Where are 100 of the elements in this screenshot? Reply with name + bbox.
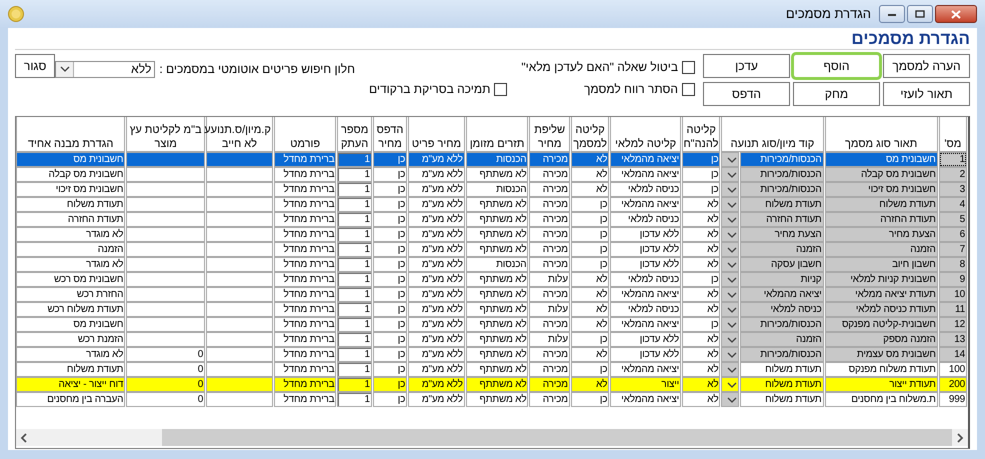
table-cell: כן bbox=[372, 182, 408, 197]
table-cell[interactable]: הזמנה bbox=[740, 332, 824, 347]
table-cell[interactable]: הכנסות/מכירות bbox=[740, 182, 824, 197]
checkbox[interactable] bbox=[682, 60, 695, 74]
dropdown-button[interactable] bbox=[721, 272, 739, 287]
table-cell: הכנסות bbox=[466, 257, 528, 272]
table-cell bbox=[206, 392, 273, 407]
input-field[interactable]: 1 bbox=[337, 227, 372, 242]
action-button[interactable]: עדכן bbox=[703, 54, 790, 78]
dropdown-button[interactable] bbox=[721, 362, 739, 377]
input-field[interactable]: 1 bbox=[337, 167, 372, 182]
input-field[interactable]: 1 bbox=[337, 377, 372, 392]
table-cell: לא מוגדר bbox=[16, 227, 126, 242]
table-cell: לא מוגדר bbox=[16, 257, 126, 272]
table-cell: החזרת רכש bbox=[16, 287, 126, 302]
table-cell: ברירת מחדל bbox=[274, 182, 336, 197]
input-field[interactable]: 1 bbox=[337, 197, 372, 212]
dropdown-button[interactable] bbox=[721, 197, 739, 212]
input-field[interactable]: 1 bbox=[337, 317, 372, 332]
table-cell: 0 bbox=[126, 362, 206, 377]
table-cell[interactable]: תעודת משלוח bbox=[740, 362, 824, 377]
dropdown-button[interactable] bbox=[721, 257, 739, 272]
input-field[interactable]: 1 bbox=[337, 272, 372, 287]
input-field[interactable]: 1 bbox=[337, 287, 372, 302]
close-button[interactable] bbox=[935, 5, 977, 23]
table-cell[interactable]: הכנסות/מכירות bbox=[740, 167, 824, 182]
action-button[interactable]: תאור לועזי bbox=[883, 82, 970, 106]
input-field[interactable]: 1 bbox=[337, 302, 372, 317]
input-field[interactable]: 1 bbox=[337, 242, 372, 257]
table-cell: מכירה bbox=[529, 152, 570, 167]
table-cell[interactable]: תעודת משלוח bbox=[740, 392, 824, 407]
table-cell: כן bbox=[570, 212, 610, 227]
table-cell: כן bbox=[682, 152, 720, 167]
input-field[interactable]: 1 bbox=[337, 392, 372, 407]
table-cell: לא bbox=[570, 377, 610, 392]
table-cell[interactable]: הכנסות/מכירות bbox=[740, 317, 824, 332]
dropdown-button[interactable] bbox=[721, 152, 739, 167]
table-cell: ללא מע"מ bbox=[408, 302, 465, 317]
dropdown-button[interactable] bbox=[721, 287, 739, 302]
row-number: 4 bbox=[938, 197, 967, 212]
dropdown-button[interactable] bbox=[721, 227, 739, 242]
minimize-button[interactable] bbox=[879, 5, 905, 23]
input-field[interactable]: 1 bbox=[337, 257, 372, 272]
horizontal-scrollbar[interactable] bbox=[16, 429, 968, 446]
dropdown-button[interactable] bbox=[721, 242, 739, 257]
table-cell: מכירה bbox=[529, 377, 570, 392]
input-field[interactable]: 1 bbox=[337, 212, 372, 227]
dropdown-button[interactable] bbox=[721, 392, 739, 407]
table-cell: הצעת מחיר bbox=[824, 227, 938, 242]
table-cell[interactable]: חשבון עסקה bbox=[740, 257, 824, 272]
table-cell[interactable]: הצעת מחיר bbox=[740, 227, 824, 242]
table-cell[interactable]: הכנסות/מכירות bbox=[740, 347, 824, 362]
table-cell: לא bbox=[570, 302, 610, 317]
dropdown-button[interactable] bbox=[721, 377, 739, 392]
input-field[interactable]: 1 bbox=[337, 347, 372, 362]
dropdown-button[interactable] bbox=[721, 332, 739, 347]
dropdown-button[interactable] bbox=[721, 317, 739, 332]
table-cell: לא bbox=[682, 377, 720, 392]
table-cell[interactable]: תעודת החזרה bbox=[740, 212, 824, 227]
maximize-button[interactable] bbox=[907, 5, 933, 23]
action-button[interactable]: הוסף bbox=[793, 54, 880, 78]
table-cell: מכירה bbox=[529, 392, 570, 407]
input-field[interactable]: 1 bbox=[337, 152, 372, 167]
table-cell: מכירה bbox=[529, 242, 570, 257]
table-cell: חשבונית מס רכש bbox=[16, 272, 126, 287]
table-cell[interactable]: כניסה למלאי bbox=[740, 302, 824, 317]
dropdown-button[interactable] bbox=[721, 167, 739, 182]
table-cell: כן bbox=[682, 272, 720, 287]
action-button[interactable]: הערה למסמך bbox=[883, 54, 970, 78]
table-cell[interactable]: יציאה מהמלאי bbox=[740, 287, 824, 302]
table-cell: ללא מע"מ bbox=[408, 167, 465, 182]
dropdown-button[interactable] bbox=[721, 212, 739, 227]
table-cell: מכירה bbox=[529, 347, 570, 362]
table-cell: מכירה bbox=[529, 182, 570, 197]
table-cell[interactable]: הכנסות/מכירות bbox=[740, 152, 824, 167]
close-button[interactable]: סגור bbox=[15, 54, 56, 78]
input-field[interactable]: 1 bbox=[337, 182, 372, 197]
table-cell: כן bbox=[372, 302, 408, 317]
table-cell[interactable]: קניות bbox=[740, 272, 824, 287]
checkbox[interactable] bbox=[682, 82, 695, 96]
input-field[interactable]: 1 bbox=[337, 332, 372, 347]
action-button[interactable]: הדפס bbox=[703, 82, 790, 106]
checkbox[interactable] bbox=[494, 82, 508, 96]
table-cell[interactable]: תעודת משלוח bbox=[740, 377, 824, 392]
table-cell: תעודת כניסה למלאי bbox=[824, 302, 938, 317]
dropdown-button[interactable] bbox=[721, 302, 739, 317]
table-cell: הזמנה bbox=[16, 242, 126, 257]
dropdown-button[interactable] bbox=[721, 347, 739, 362]
dropdown-field[interactable]: ללא bbox=[55, 60, 156, 78]
chevron-down-icon bbox=[726, 274, 738, 284]
action-button[interactable]: מחק bbox=[793, 82, 880, 106]
table-cell bbox=[206, 182, 273, 197]
table-cell[interactable]: הזמנה bbox=[740, 242, 824, 257]
table-cell: הזמנה bbox=[824, 242, 938, 257]
table-cell bbox=[206, 242, 273, 257]
input-field[interactable]: 1 bbox=[337, 362, 372, 377]
dropdown-button[interactable] bbox=[721, 182, 739, 197]
table-cell: כן bbox=[372, 197, 408, 212]
table-cell: ברירת מחדל bbox=[274, 362, 336, 377]
table-cell[interactable]: תעודת משלוח bbox=[740, 197, 824, 212]
